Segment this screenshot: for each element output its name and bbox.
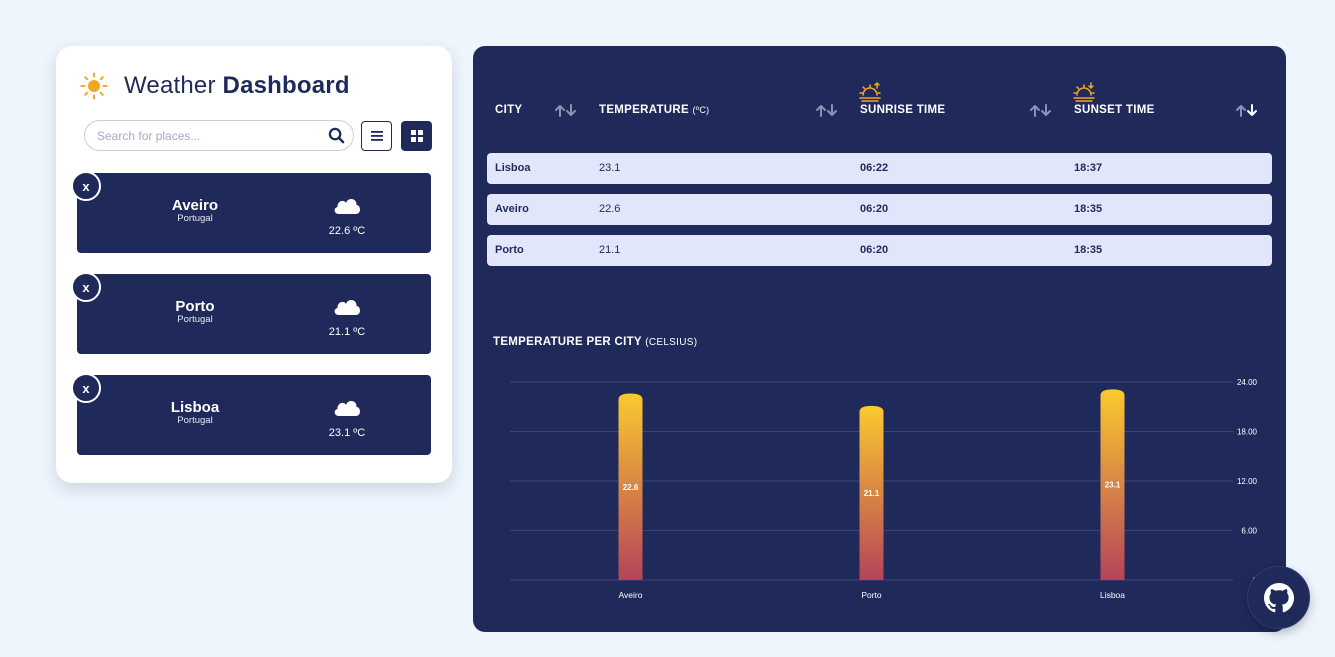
y-tick-label: 24.00 [1237, 378, 1258, 387]
search-box [84, 120, 354, 151]
bar-value-label: 23.1 [1105, 481, 1121, 490]
bar-value-label: 22.6 [623, 483, 639, 492]
city-name: Aveiro [171, 197, 219, 214]
remove-city-button[interactable]: x [71, 373, 101, 403]
list-view-button[interactable] [361, 121, 392, 151]
city-temperature: 23.1 ºC [328, 427, 366, 439]
city-country: Portugal [177, 314, 213, 325]
github-icon [1263, 582, 1294, 612]
cloud-icon [334, 199, 360, 214]
city-card-aveiro[interactable]: x Aveiro Portugal 22.6 ºC [71, 171, 431, 253]
search-icon[interactable] [328, 127, 345, 144]
y-tick-label: 18.00 [1237, 428, 1258, 437]
city-temperature: 22.6 ºC [328, 225, 366, 237]
city-name: Lisboa [170, 399, 220, 416]
cloud-icon [334, 401, 360, 416]
grid-view-button[interactable] [401, 121, 432, 151]
x-tick-label: Aveiro [619, 590, 643, 600]
cloud-icon [334, 300, 360, 315]
y-tick-label: 12.00 [1237, 477, 1258, 486]
city-country: Portugal [177, 213, 213, 224]
city-temperature: 21.1 ºC [328, 326, 366, 338]
page-title: Weather Dashboard [124, 72, 350, 100]
remove-city-button[interactable]: x [71, 272, 101, 302]
city-name: Porto [175, 298, 215, 315]
remove-city-button[interactable]: x [71, 171, 101, 201]
city-card-lisboa[interactable]: x Lisboa Portugal 23.1 ºC [71, 373, 431, 455]
search-input[interactable] [97, 121, 317, 150]
data-panel: CITY TEMPERATURE (ºC) SUNRISE TIME SUNSE… [473, 46, 1286, 632]
sun-icon [80, 72, 108, 100]
temperature-bar-chart: 06.0012.0018.0024.00 22.6Aveiro21.1Porto… [510, 378, 1258, 600]
city-card-porto[interactable]: x Porto Portugal 21.1 ºC [71, 272, 431, 354]
x-tick-label: Lisboa [1100, 590, 1125, 600]
cities-panel: Weather Dashboard x Aveiro Portugal 22.6… [56, 46, 452, 483]
city-country: Portugal [177, 415, 213, 426]
page-title-bold: Dashboard [222, 72, 350, 99]
list-icon [370, 131, 383, 141]
y-tick-label: 6.00 [1241, 527, 1257, 536]
page-title-light: Weather [124, 72, 216, 99]
x-tick-label: Porto [861, 590, 882, 600]
grid-icon [410, 130, 423, 142]
app-header: Weather Dashboard [80, 72, 350, 100]
bar-value-label: 21.1 [864, 489, 880, 498]
github-link[interactable] [1247, 566, 1310, 629]
